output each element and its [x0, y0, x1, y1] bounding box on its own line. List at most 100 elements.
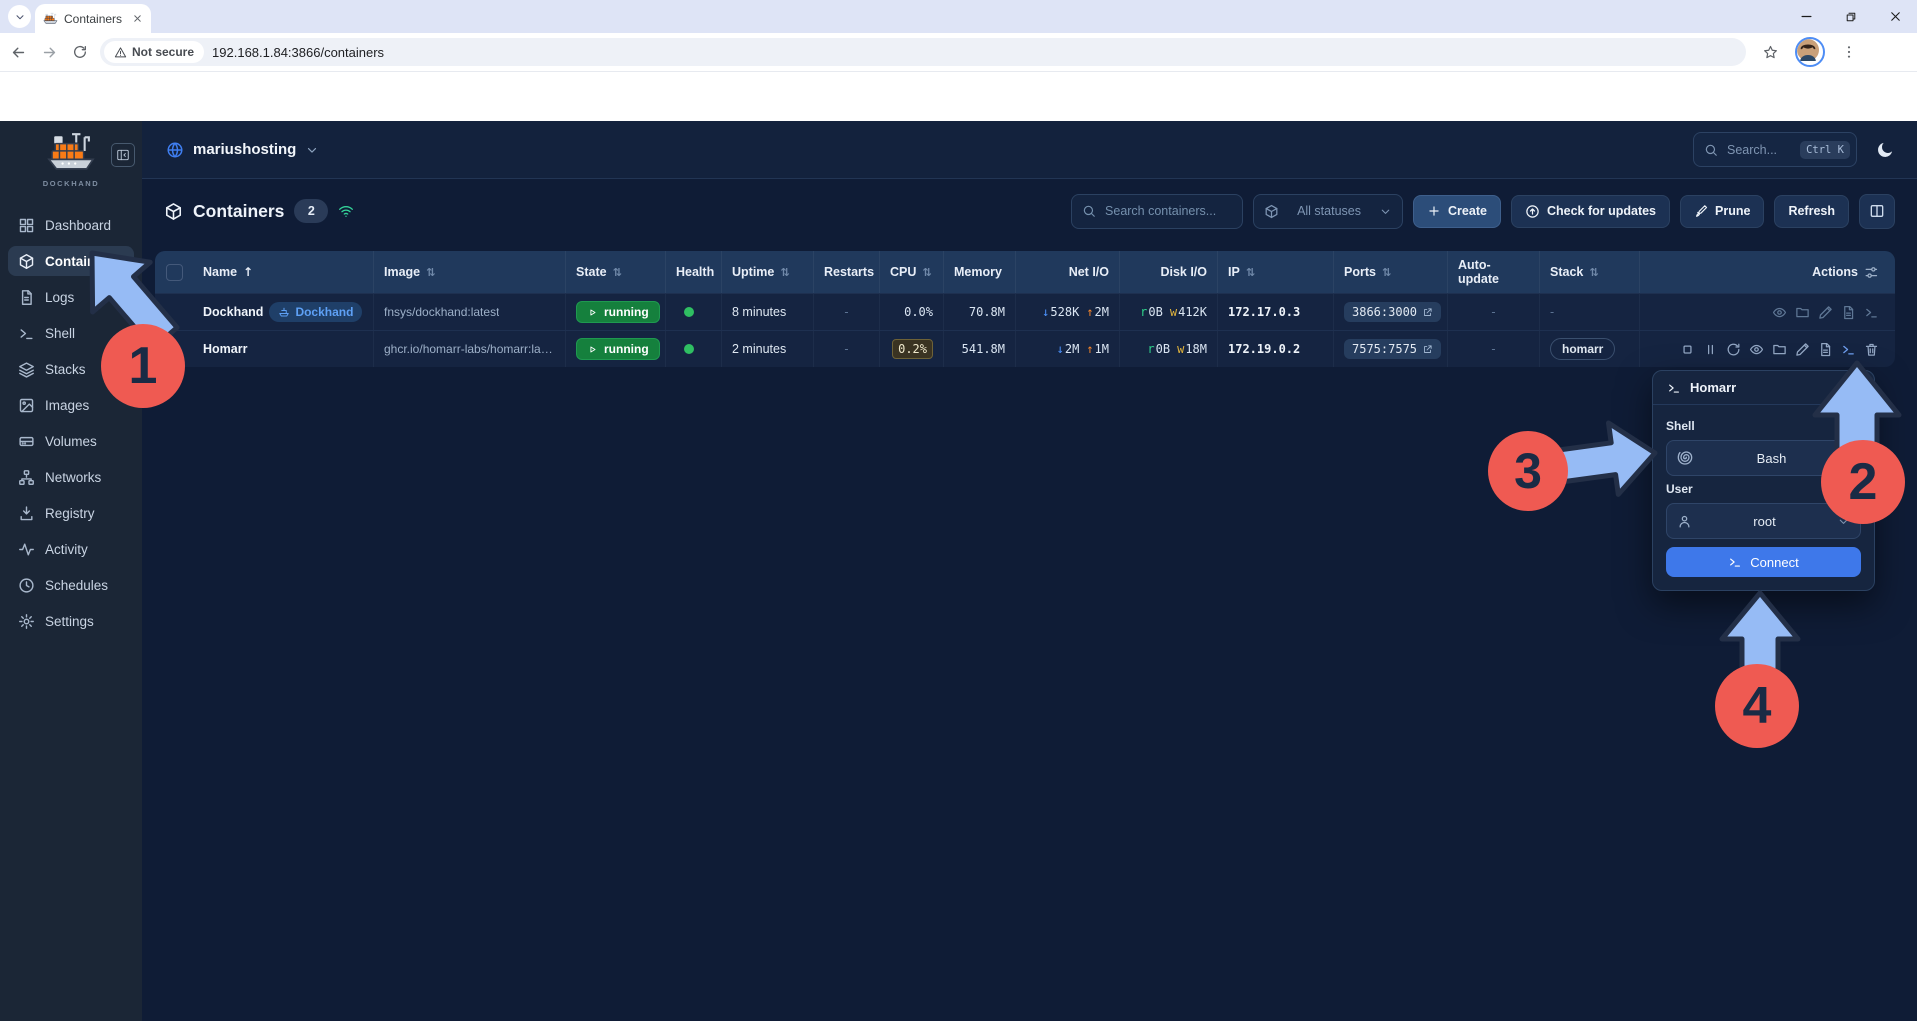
refresh-button[interactable]: Refresh [1774, 195, 1849, 228]
edit-pencil-icon[interactable] [1818, 305, 1833, 320]
back-button[interactable] [10, 44, 27, 61]
sort-icon: ⇅ [1246, 266, 1255, 279]
not-secure-chip[interactable]: Not secure [104, 41, 204, 63]
shell-terminal-icon[interactable] [1841, 342, 1856, 357]
column-header-ip[interactable]: IP⇅ [1217, 251, 1333, 293]
table-row-homarr[interactable]: Homarr ghcr.io/homarr-labs/homarr:latest… [155, 330, 1895, 367]
column-header-ports[interactable]: Ports⇅ [1333, 251, 1447, 293]
container-search-input[interactable] [1103, 203, 1232, 219]
sidebar-item-volumes[interactable]: Volumes [8, 426, 134, 456]
shell-terminal-icon[interactable] [1864, 305, 1879, 320]
sort-icon: ⇅ [1589, 266, 1598, 279]
person-icon [1677, 514, 1692, 529]
dockhand-ship-logo-icon [44, 131, 98, 173]
external-link-icon [1422, 307, 1433, 318]
container-image: ghcr.io/homarr-labs/homarr:latest [384, 342, 555, 356]
files-folder-icon[interactable] [1795, 305, 1810, 320]
status-filter-dropdown[interactable]: All statuses [1253, 194, 1403, 229]
image-icon [18, 397, 35, 414]
logs-file-icon[interactable] [1818, 342, 1833, 357]
workspace-selector[interactable]: mariushosting [166, 141, 319, 159]
logs-file-icon[interactable] [1841, 305, 1856, 320]
column-header-net-io[interactable]: Net I/O [1015, 251, 1119, 293]
window-close-button[interactable] [1888, 9, 1903, 24]
boat-icon [278, 306, 290, 318]
column-header-name[interactable]: Name↑ [193, 251, 373, 293]
column-layout-button[interactable] [1859, 194, 1895, 229]
sidebar-collapse-button[interactable] [111, 143, 135, 167]
terminal-icon [1728, 555, 1742, 569]
select-all-checkbox[interactable] [166, 264, 183, 281]
sidebar-item-dashboard[interactable]: Dashboard [8, 210, 134, 240]
column-header-state[interactable]: State⇅ [565, 251, 665, 293]
inspect-eye-icon[interactable] [1749, 342, 1764, 357]
columns-icon [1869, 203, 1885, 219]
sidebar-item-schedules[interactable]: Schedules [8, 570, 134, 600]
column-header-memory[interactable]: Memory [943, 251, 1015, 293]
port-mapping-badge[interactable]: 3866:3000 [1344, 302, 1441, 322]
check-for-updates-button[interactable]: Check for updates [1511, 195, 1670, 228]
address-bar[interactable]: Not secure 192.168.1.84:3866/containers [100, 38, 1746, 66]
tab-close-icon[interactable] [132, 13, 143, 24]
delete-trash-icon[interactable] [1864, 342, 1879, 357]
stack-badge[interactable]: homarr [1550, 338, 1615, 360]
bookmark-star-icon[interactable] [1762, 44, 1779, 61]
window-minimize-button[interactable] [1799, 9, 1814, 24]
global-search-input[interactable] [1725, 142, 1793, 158]
pause-icon[interactable] [1703, 342, 1718, 357]
column-header-disk-io[interactable]: Disk I/O [1119, 251, 1217, 293]
tab-search-button[interactable] [8, 5, 31, 28]
window-restore-button[interactable] [1844, 10, 1858, 24]
create-button[interactable]: Create [1413, 195, 1501, 228]
page-toolbar: Containers 2 All statuses [142, 179, 1917, 235]
stop-icon[interactable] [1680, 342, 1695, 357]
layers-icon [18, 361, 35, 378]
dockhand-link-badge[interactable]: Dockhand [269, 302, 362, 322]
sort-icon: ⇅ [1382, 266, 1391, 279]
column-header-auto-update[interactable]: Auto-update [1447, 251, 1539, 293]
browser-profile-avatar[interactable] [1795, 37, 1825, 67]
external-link-icon [1422, 344, 1433, 355]
column-header-stack[interactable]: Stack⇅ [1539, 251, 1639, 293]
cube-icon [1264, 204, 1279, 219]
sidebar-item-activity[interactable]: Activity [8, 534, 134, 564]
sidebar-item-networks[interactable]: Networks [8, 462, 134, 492]
table-row-dockhand[interactable]: Dockhand Dockhand fnsys/dockhand:latest … [155, 293, 1895, 330]
health-dot [684, 307, 694, 317]
browser-menu-icon[interactable] [1841, 44, 1857, 60]
column-header-health[interactable]: Health [665, 251, 721, 293]
tab-favicon-ship-icon [43, 12, 58, 25]
restart-icon[interactable] [1726, 342, 1741, 357]
column-header-image[interactable]: Image⇅ [373, 251, 565, 293]
connection-status-wifi-icon [338, 203, 354, 219]
forward-button[interactable] [41, 44, 58, 61]
sidebar-item-logs[interactable]: Logs [8, 282, 134, 312]
inspect-eye-icon[interactable] [1772, 305, 1787, 320]
column-header-cpu[interactable]: CPU⇅ [879, 251, 943, 293]
download-icon [18, 505, 35, 522]
edit-pencil-icon[interactable] [1795, 342, 1810, 357]
sidebar-item-registry[interactable]: Registry [8, 498, 134, 528]
global-search[interactable]: Ctrl K [1693, 132, 1857, 167]
dark-mode-toggle-moon-icon[interactable] [1875, 140, 1895, 160]
files-folder-icon[interactable] [1772, 342, 1787, 357]
pulse-icon [18, 541, 35, 558]
connect-button[interactable]: Connect [1666, 547, 1861, 577]
column-header-restarts[interactable]: Restarts [813, 251, 879, 293]
port-mapping-badge[interactable]: 7575:7575 [1344, 339, 1441, 359]
uptime-value: 8 minutes [732, 305, 786, 319]
sidebar-item-settings[interactable]: Settings [8, 606, 134, 636]
prune-button[interactable]: Prune [1680, 195, 1764, 228]
column-header-uptime[interactable]: Uptime⇅ [721, 251, 813, 293]
container-search[interactable] [1071, 194, 1243, 229]
column-header-actions[interactable]: Actions [1639, 251, 1895, 293]
sidebar-item-containers[interactable]: Containers [8, 246, 134, 276]
reload-button[interactable] [72, 44, 88, 60]
cpu-value: 0.0% [904, 305, 933, 319]
network-icon [18, 469, 35, 486]
grid-icon [18, 217, 35, 234]
drive-icon [18, 433, 35, 450]
browser-tab[interactable]: Containers [35, 4, 151, 33]
disk-io-value: r0Bw412K [1140, 305, 1207, 319]
annotation-circle-4: 4 [1715, 664, 1799, 748]
